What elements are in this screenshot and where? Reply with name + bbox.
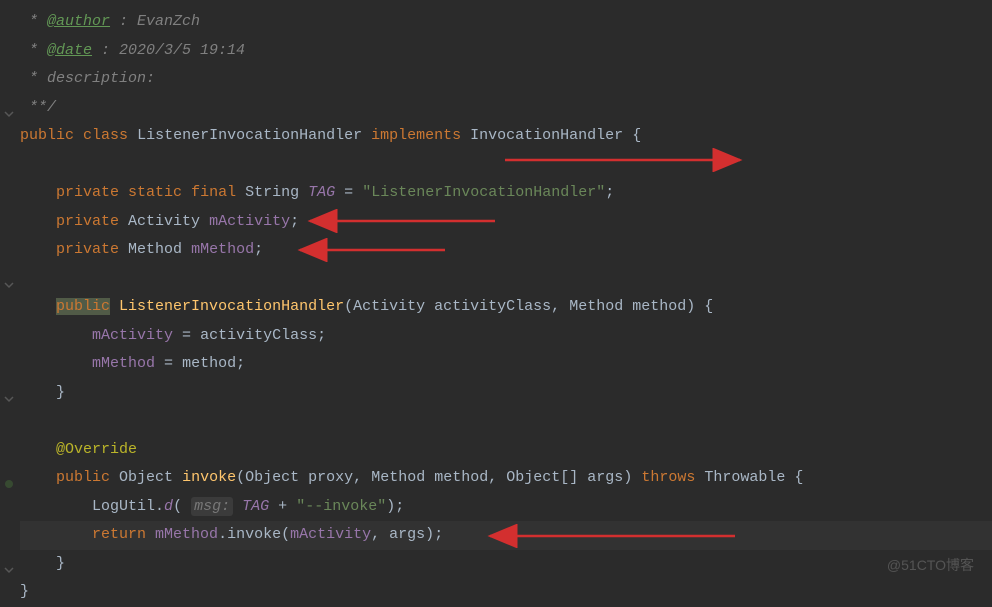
code-line [20,151,992,180]
fold-icon[interactable] [4,387,14,397]
constructor-name: ListenerInvocationHandler [119,298,344,315]
fold-icon[interactable] [4,102,14,112]
code-line: * @date : 2020/3/5 19:14 [20,37,992,66]
code-line: private Activity mActivity; [20,208,992,237]
code-line: @Override [20,436,992,465]
code-line: * @author : EvanZch [20,8,992,37]
code-line: LogUtil.d( msg: TAG + "--invoke"); [20,493,992,522]
field-tag: TAG [308,184,335,201]
code-line: * description: [20,65,992,94]
annotation-override: @Override [56,441,137,458]
code-line [20,265,992,294]
param-hint-msg: msg: [191,497,233,516]
code-line [20,407,992,436]
code-line: mMethod = method; [20,350,992,379]
override-icon[interactable] [4,472,14,482]
code-line: mActivity = activityClass; [20,322,992,351]
code-line: private Method mMethod; [20,236,992,265]
code-line: **/ [20,94,992,123]
fold-icon[interactable] [4,273,14,283]
code-line: } [20,379,992,408]
fold-icon[interactable] [4,558,14,568]
method-invoke: invoke [182,469,236,486]
code-line-highlighted: return mMethod.invoke(mActivity, args); [20,521,992,550]
code-line: public Object invoke(Object proxy, Metho… [20,464,992,493]
code-line: public ListenerInvocationHandler(Activit… [20,293,992,322]
javadoc-author-tag: @author [47,13,110,30]
code-editor[interactable]: * @author : EvanZch * @date : 2020/3/5 1… [0,8,992,607]
code-line: } [20,578,992,607]
code-line: } [20,550,992,579]
watermark: @51CTO博客 [887,552,974,579]
code-line: private static final String TAG = "Liste… [20,179,992,208]
keyword-public-highlighted: public [56,298,110,315]
code-line: public class ListenerInvocationHandler i… [20,122,992,151]
field-mactivity: mActivity [209,213,290,230]
field-mmethod: mMethod [191,241,254,258]
javadoc-date-tag: @date [47,42,92,59]
